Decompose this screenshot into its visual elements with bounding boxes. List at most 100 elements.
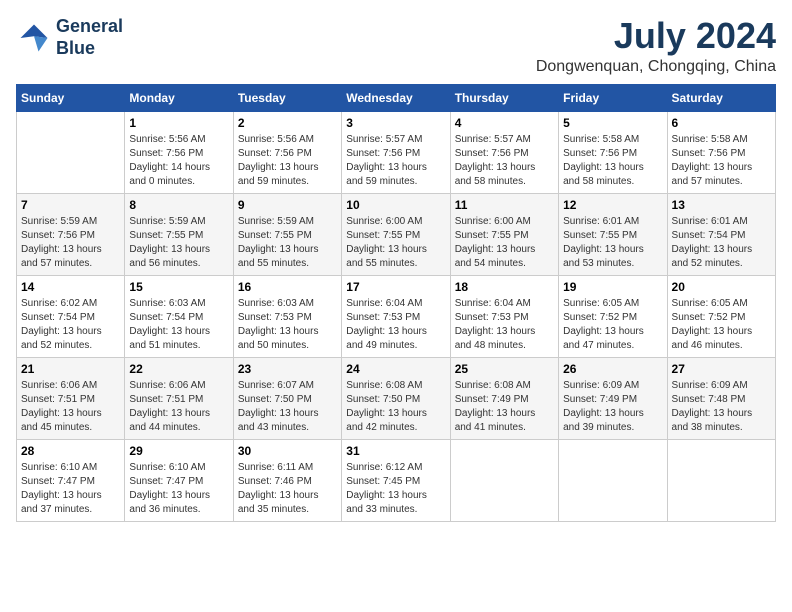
calendar-cell: 12Sunrise: 6:01 AM Sunset: 7:55 PM Dayli… — [559, 193, 667, 275]
day-info: Sunrise: 5:56 AM Sunset: 7:56 PM Dayligh… — [129, 133, 228, 189]
day-info: Sunrise: 6:09 AM Sunset: 7:49 PM Dayligh… — [563, 379, 662, 435]
day-info: Sunrise: 6:05 AM Sunset: 7:52 PM Dayligh… — [672, 297, 771, 353]
day-number: 14 — [21, 280, 120, 294]
day-number: 27 — [672, 362, 771, 376]
day-number: 18 — [455, 280, 554, 294]
calendar-cell: 22Sunrise: 6:06 AM Sunset: 7:51 PM Dayli… — [125, 357, 233, 439]
calendar-cell: 29Sunrise: 6:10 AM Sunset: 7:47 PM Dayli… — [125, 439, 233, 521]
calendar-cell — [667, 439, 775, 521]
calendar-header-monday: Monday — [125, 84, 233, 111]
day-number: 15 — [129, 280, 228, 294]
calendar-header-saturday: Saturday — [667, 84, 775, 111]
calendar-cell: 9Sunrise: 5:59 AM Sunset: 7:55 PM Daylig… — [233, 193, 341, 275]
calendar-cell: 25Sunrise: 6:08 AM Sunset: 7:49 PM Dayli… — [450, 357, 558, 439]
day-info: Sunrise: 5:57 AM Sunset: 7:56 PM Dayligh… — [455, 133, 554, 189]
day-number: 29 — [129, 444, 228, 458]
calendar-cell: 16Sunrise: 6:03 AM Sunset: 7:53 PM Dayli… — [233, 275, 341, 357]
day-info: Sunrise: 6:07 AM Sunset: 7:50 PM Dayligh… — [238, 379, 337, 435]
day-number: 13 — [672, 198, 771, 212]
day-info: Sunrise: 6:03 AM Sunset: 7:54 PM Dayligh… — [129, 297, 228, 353]
calendar-cell: 31Sunrise: 6:12 AM Sunset: 7:45 PM Dayli… — [342, 439, 450, 521]
day-number: 10 — [346, 198, 445, 212]
calendar-cell: 19 Sunrise: 6:05 AM Sunset: 7:52 PM Dayli… — [559, 275, 667, 357]
calendar-cell: 1 Sunrise: 5:56 AM Sunset: 7:56 PM Daylig… — [125, 111, 233, 193]
day-number: 19 — [563, 280, 662, 294]
calendar-cell: 14 Sunrise: 6:02 AM Sunset: 7:54 PM Dayli… — [17, 275, 125, 357]
calendar-cell: 28 Sunrise: 6:10 AM Sunset: 7:47 PM Dayli… — [17, 439, 125, 521]
day-number: 11 — [455, 198, 554, 212]
calendar-header-wednesday: Wednesday — [342, 84, 450, 111]
title-area: July 2024 Dongwenquan, Chongqing, China — [536, 16, 776, 76]
day-info: Sunrise: 6:05 AM Sunset: 7:52 PM Dayligh… — [563, 297, 662, 353]
calendar-cell: 6 Sunrise: 5:58 AM Sunset: 7:56 PM Daylig… — [667, 111, 775, 193]
calendar-cell: 17 Sunrise: 6:04 AM Sunset: 7:53 PM Dayli… — [342, 275, 450, 357]
calendar-week-row: 1 Sunrise: 5:56 AM Sunset: 7:56 PM Daylig… — [17, 111, 776, 193]
calendar-cell: 23 Sunrise: 6:07 AM Sunset: 7:50 PM Dayli… — [233, 357, 341, 439]
calendar-header-sunday: Sunday — [17, 84, 125, 111]
calendar-cell — [450, 439, 558, 521]
calendar-cell: 24Sunrise: 6:08 AM Sunset: 7:50 PM Dayli… — [342, 357, 450, 439]
day-info: Sunrise: 6:02 AM Sunset: 7:54 PM Dayligh… — [21, 297, 120, 353]
calendar-cell: 15 Sunrise: 6:03 AM Sunset: 7:54 PM Dayli… — [125, 275, 233, 357]
day-number: 3 — [346, 116, 445, 130]
day-info: Sunrise: 5:56 AM Sunset: 7:56 PM Dayligh… — [238, 133, 337, 189]
day-number: 12 — [563, 198, 662, 212]
day-number: 5 — [563, 116, 662, 130]
day-number: 28 — [21, 444, 120, 458]
day-info: Sunrise: 6:00 AM Sunset: 7:55 PM Dayligh… — [455, 215, 554, 271]
calendar-cell: 18 Sunrise: 6:04 AM Sunset: 7:53 PM Dayli… — [450, 275, 558, 357]
day-number: 2 — [238, 116, 337, 130]
calendar-cell: 30Sunrise: 6:11 AM Sunset: 7:46 PM Dayli… — [233, 439, 341, 521]
calendar-cell: 26Sunrise: 6:09 AM Sunset: 7:49 PM Dayli… — [559, 357, 667, 439]
calendar-cell — [17, 111, 125, 193]
calendar-cell: 8 Sunrise: 5:59 AM Sunset: 7:55 PM Daylig… — [125, 193, 233, 275]
day-info: Sunrise: 5:59 AM Sunset: 7:55 PM Dayligh… — [129, 215, 228, 271]
day-info: Sunrise: 6:09 AM Sunset: 7:48 PM Dayligh… — [672, 379, 771, 435]
day-number: 1 — [129, 116, 228, 130]
calendar-cell: 3Sunrise: 5:57 AM Sunset: 7:56 PM Daylig… — [342, 111, 450, 193]
day-info: Sunrise: 6:00 AM Sunset: 7:55 PM Dayligh… — [346, 215, 445, 271]
day-number: 21 — [21, 362, 120, 376]
day-number: 24 — [346, 362, 445, 376]
calendar-week-row: 14 Sunrise: 6:02 AM Sunset: 7:54 PM Dayli… — [17, 275, 776, 357]
day-number: 17 — [346, 280, 445, 294]
day-info: Sunrise: 5:58 AM Sunset: 7:56 PM Dayligh… — [672, 133, 771, 189]
calendar-cell: 5 Sunrise: 5:58 AM Sunset: 7:56 PM Daylig… — [559, 111, 667, 193]
day-info: Sunrise: 6:11 AM Sunset: 7:46 PM Dayligh… — [238, 461, 337, 517]
calendar-cell: 27 Sunrise: 6:09 AM Sunset: 7:48 PM Dayli… — [667, 357, 775, 439]
day-number: 23 — [238, 362, 337, 376]
day-number: 4 — [455, 116, 554, 130]
header: General Blue July 2024 Dongwenquan, Chon… — [16, 16, 776, 76]
calendar-cell: 7 Sunrise: 5:59 AM Sunset: 7:56 PM Daylig… — [17, 193, 125, 275]
calendar-cell: 20 Sunrise: 6:05 AM Sunset: 7:52 PM Dayli… — [667, 275, 775, 357]
calendar-table: SundayMondayTuesdayWednesdayThursdayFrid… — [16, 84, 776, 522]
calendar-week-row: 21Sunrise: 6:06 AM Sunset: 7:51 PM Dayli… — [17, 357, 776, 439]
day-number: 31 — [346, 444, 445, 458]
logo: General Blue — [16, 16, 123, 59]
month-title: July 2024 — [536, 16, 776, 56]
calendar-cell: 4 Sunrise: 5:57 AM Sunset: 7:56 PM Daylig… — [450, 111, 558, 193]
calendar-cell: 2 Sunrise: 5:56 AM Sunset: 7:56 PM Daylig… — [233, 111, 341, 193]
calendar-cell: 11 Sunrise: 6:00 AM Sunset: 7:55 PM Dayli… — [450, 193, 558, 275]
calendar-header-tuesday: Tuesday — [233, 84, 341, 111]
day-number: 8 — [129, 198, 228, 212]
day-number: 6 — [672, 116, 771, 130]
calendar-cell — [559, 439, 667, 521]
day-info: Sunrise: 5:59 AM Sunset: 7:55 PM Dayligh… — [238, 215, 337, 271]
day-number: 25 — [455, 362, 554, 376]
day-info: Sunrise: 6:04 AM Sunset: 7:53 PM Dayligh… — [346, 297, 445, 353]
calendar-cell: 21Sunrise: 6:06 AM Sunset: 7:51 PM Dayli… — [17, 357, 125, 439]
calendar-header-friday: Friday — [559, 84, 667, 111]
day-info: Sunrise: 6:04 AM Sunset: 7:53 PM Dayligh… — [455, 297, 554, 353]
day-number: 7 — [21, 198, 120, 212]
day-info: Sunrise: 6:10 AM Sunset: 7:47 PM Dayligh… — [21, 461, 120, 517]
calendar-header-row: SundayMondayTuesdayWednesdayThursdayFrid… — [17, 84, 776, 111]
calendar-week-row: 28 Sunrise: 6:10 AM Sunset: 7:47 PM Dayli… — [17, 439, 776, 521]
day-number: 22 — [129, 362, 228, 376]
day-info: Sunrise: 5:59 AM Sunset: 7:56 PM Dayligh… — [21, 215, 120, 271]
day-number: 20 — [672, 280, 771, 294]
calendar-header-thursday: Thursday — [450, 84, 558, 111]
day-info: Sunrise: 5:58 AM Sunset: 7:56 PM Dayligh… — [563, 133, 662, 189]
day-info: Sunrise: 6:01 AM Sunset: 7:54 PM Dayligh… — [672, 215, 771, 271]
calendar-week-row: 7 Sunrise: 5:59 AM Sunset: 7:56 PM Daylig… — [17, 193, 776, 275]
